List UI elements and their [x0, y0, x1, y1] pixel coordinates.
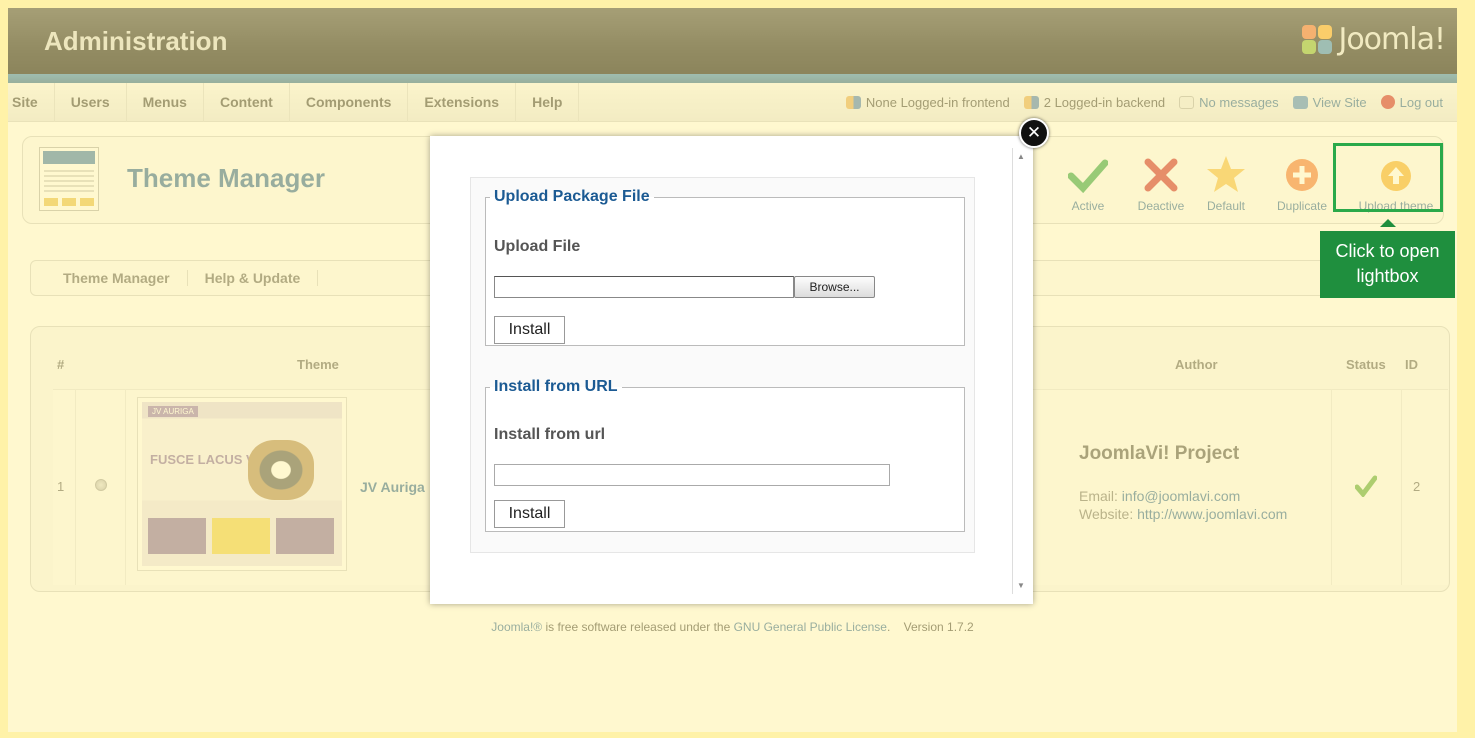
backend-status: 2 Logged-in backend [1023, 95, 1165, 110]
monitor-icon [1292, 96, 1308, 109]
messages-link[interactable]: No messages [1179, 95, 1279, 110]
footer: Joomla!® is free software released under… [491, 620, 974, 634]
status-active-icon[interactable] [1355, 475, 1377, 497]
joomla-mark-icon [1302, 24, 1334, 55]
tab-theme-manager[interactable]: Theme Manager [31, 270, 188, 286]
header-title: Administration [44, 26, 228, 56]
duplicate-button[interactable]: Duplicate [1269, 153, 1335, 213]
mail-icon [1179, 96, 1195, 109]
upload-modal: ▲ ▼ Upload Package File Upload File Brow… [430, 136, 1033, 604]
tab-help-update[interactable]: Help & Update [188, 270, 319, 286]
frontend-status: None Logged-in frontend [845, 95, 1010, 110]
col-theme: Theme [297, 357, 339, 372]
deactive-button[interactable]: Deactive [1131, 153, 1191, 213]
col-id: ID [1405, 357, 1418, 372]
joomla-logo: Joomla! [1302, 22, 1446, 57]
menu-site[interactable]: Site [8, 83, 55, 122]
license-link[interactable]: GNU General Public License [734, 620, 887, 634]
col-number: # [57, 357, 65, 372]
col-status: Status [1346, 357, 1386, 372]
logout-link[interactable]: Log out [1380, 95, 1443, 110]
install-url-label: Install from url [494, 426, 606, 443]
users-icon [1023, 96, 1039, 109]
callout-tooltip: Click to open lightbox [1320, 219, 1455, 298]
close-icon[interactable]: ✕ [1019, 118, 1049, 148]
header-strip [8, 74, 1457, 83]
status-bar: None Logged-in frontend 2 Logged-in back… [845, 83, 1443, 122]
check-icon [1068, 159, 1108, 193]
plus-circle-icon [1286, 159, 1318, 191]
joomla-wordmark: Joomla! [1338, 22, 1446, 57]
theme-name-link[interactable]: JV Auriga [360, 479, 425, 495]
url-legend: Install from URL [494, 378, 618, 395]
install-url-button[interactable]: Install [494, 500, 565, 528]
menu-users[interactable]: Users [55, 83, 127, 122]
author-meta: Email: info@joomlavi.com Website: http:/… [1079, 488, 1288, 522]
users-icon [845, 96, 861, 109]
row-radio[interactable] [95, 479, 107, 491]
theme-thumbnail: JV AURIGA FUSCE LACUS VELIT [137, 397, 347, 571]
upload-theme-highlight [1333, 143, 1443, 212]
upload-package-fieldset: Upload Package File Upload File Browse..… [485, 188, 965, 346]
active-button[interactable]: Active [1063, 153, 1113, 213]
default-button[interactable]: Default [1201, 153, 1251, 213]
upload-legend: Upload Package File [494, 188, 650, 205]
author-name: JoomlaVi! Project [1079, 443, 1240, 464]
author-website-link[interactable]: http://www.joomlavi.com [1137, 506, 1287, 522]
install-package-button[interactable]: Install [494, 316, 565, 344]
col-author: Author [1175, 357, 1218, 372]
theme-manager-icon [39, 147, 99, 211]
menu-menus[interactable]: Menus [127, 83, 204, 122]
install-url-fieldset: Install from URL Install from url Instal… [485, 378, 965, 532]
menu-extensions[interactable]: Extensions [408, 83, 517, 122]
row-id: 2 [1413, 479, 1421, 494]
scroll-down-icon[interactable]: ▼ [1017, 581, 1025, 590]
admin-header: Administration Joomla! [8, 8, 1457, 74]
version-text: Version 1.7.2 [903, 620, 974, 634]
power-icon [1380, 95, 1395, 109]
menubar: Site Users Menus Content Components Exte… [8, 83, 1457, 122]
url-input[interactable] [494, 464, 890, 486]
cross-icon [1144, 158, 1178, 192]
modal-scrollbar[interactable]: ▲ ▼ [1012, 148, 1027, 594]
install-panel: Upload Package File Upload File Browse..… [470, 177, 975, 553]
star-icon [1207, 156, 1245, 192]
upload-file-label: Upload File [494, 238, 581, 255]
browse-button[interactable]: Browse... [794, 276, 875, 298]
menu-components[interactable]: Components [290, 83, 409, 122]
row-number: 1 [57, 479, 65, 494]
scroll-up-icon[interactable]: ▲ [1017, 152, 1025, 161]
view-site-link[interactable]: View Site [1292, 95, 1367, 110]
page-title: Theme Manager [127, 163, 325, 193]
author-email-link[interactable]: info@joomlavi.com [1122, 488, 1240, 504]
file-path-input[interactable] [494, 276, 794, 298]
menu-content[interactable]: Content [204, 83, 290, 122]
joomla-link[interactable]: Joomla!® [491, 620, 542, 634]
menu-help[interactable]: Help [516, 83, 580, 122]
